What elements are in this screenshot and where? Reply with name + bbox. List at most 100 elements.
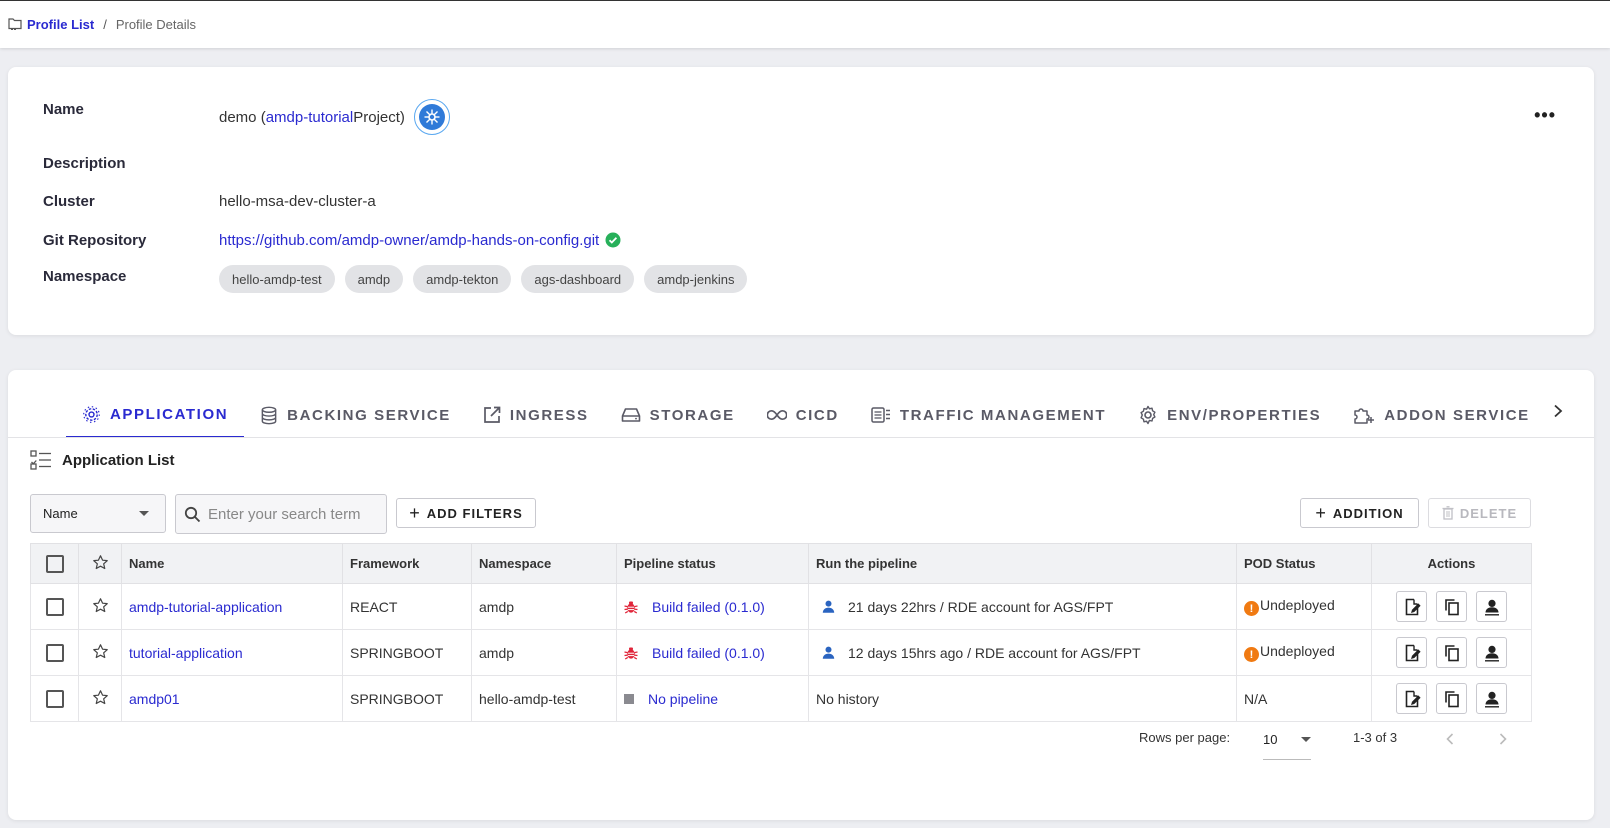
edit-button[interactable] [1396, 683, 1427, 714]
copy-button[interactable] [1436, 683, 1467, 714]
row-actions [1379, 683, 1524, 714]
pod-status-text: N/A [1244, 690, 1268, 707]
tab-cicd[interactable]: CICD [751, 392, 855, 438]
project-link[interactable]: amdp-tutorial [266, 109, 354, 126]
table-row[interactable]: amdp01 SPRINGBOOT hello-amdp-test No pipeli… [30, 675, 1532, 722]
checklist-icon [30, 450, 62, 470]
edit-button[interactable] [1396, 637, 1427, 668]
git-repository-link[interactable]: https://github.com/amdp-owner/amdp-hands… [219, 232, 599, 249]
rows-per-page-label: Rows per page: [1139, 730, 1231, 745]
star-icon[interactable] [92, 689, 109, 709]
copy-icon [1443, 690, 1461, 708]
settings-icon [1138, 405, 1167, 425]
column-header-pod-status[interactable]: POD Status [1236, 543, 1372, 584]
row-checkbox[interactable] [45, 597, 64, 616]
tab-divider [8, 437, 1594, 438]
edit-icon [1403, 598, 1421, 616]
row-actions [1379, 591, 1524, 622]
add-filters-button[interactable]: + ADD FILTERS [396, 498, 536, 528]
application-list-title: Application List [62, 451, 175, 469]
name-prefix: demo ( [219, 108, 266, 126]
column-header-actions: Actions [1371, 543, 1532, 584]
column-header-pipeline-status[interactable]: Pipeline status [616, 543, 809, 584]
user-button[interactable] [1476, 683, 1507, 714]
tab-addon-service[interactable]: ADDON SERVICE [1337, 392, 1546, 438]
filter-field-select[interactable]: Name [30, 494, 166, 533]
name-label: Name [43, 101, 84, 118]
pipeline-status-link[interactable]: No pipeline [648, 691, 718, 707]
column-header-name[interactable]: Name [121, 543, 343, 584]
table-row[interactable]: tutorial-application SPRINGBOOT amdp Build … [30, 629, 1532, 676]
addition-button[interactable]: + ADDITION [1300, 498, 1419, 528]
check-circle-icon [605, 232, 621, 248]
tab-env-properties[interactable]: ENV/PROPERTIES [1122, 392, 1337, 438]
tab-ingress[interactable]: INGRESS [467, 392, 605, 438]
namespace-chip: amdp [344, 265, 404, 293]
pipeline-status-link[interactable]: Build failed (0.1.0) [652, 599, 765, 615]
run-pipeline-info: 21 days 22hrs / RDE account for AGS/FPT [816, 599, 1229, 615]
edit-icon [1403, 690, 1421, 708]
row-run-pipeline-cell: No history [808, 675, 1237, 722]
cluster-label: Cluster [43, 192, 95, 210]
column-header-framework[interactable]: Framework [342, 543, 472, 584]
edit-button[interactable] [1396, 591, 1427, 622]
table-row[interactable]: amdp-tutorial-application REACT amdp Build … [30, 583, 1532, 630]
pipeline-status-link[interactable]: Build failed (0.1.0) [652, 645, 765, 661]
infinity-icon [766, 409, 796, 421]
delete-label: DELETE [1459, 505, 1518, 521]
row-actions-cell [1371, 583, 1532, 630]
tab-traffic-management[interactable]: TRAFFIC MANAGEMENT [855, 392, 1122, 438]
column-header-run-pipeline[interactable]: Run the pipeline [808, 543, 1237, 584]
chevron-right-icon[interactable] [1552, 404, 1564, 421]
breadcrumb-profile-list-link[interactable]: Profile List [27, 17, 94, 32]
row-checkbox[interactable] [45, 643, 64, 662]
application-name-link[interactable]: tutorial-application [129, 645, 243, 661]
star-icon[interactable] [92, 554, 109, 574]
rows-per-page-select[interactable]: 10 [1263, 728, 1311, 760]
bug-icon [624, 646, 645, 660]
pagination-range: 1-3 of 3 [1353, 730, 1398, 745]
column-header-namespace[interactable]: Namespace [471, 543, 617, 584]
previous-page-icon[interactable] [1445, 732, 1455, 748]
user-button[interactable] [1476, 637, 1507, 668]
next-page-icon[interactable] [1498, 732, 1508, 748]
bug-icon [624, 600, 645, 614]
tab-storage[interactable]: STORAGE [605, 392, 751, 438]
warning-icon: ! [1244, 647, 1259, 663]
traffic-icon [871, 406, 900, 424]
user-button[interactable] [1476, 591, 1507, 622]
application-name-link[interactable]: amdp01 [129, 691, 180, 707]
plus-icon: + [1315, 502, 1327, 523]
row-select-cell [30, 583, 79, 630]
square-icon [624, 693, 641, 704]
tab-application[interactable]: APPLICATION [66, 392, 245, 438]
row-name-cell: amdp01 [121, 675, 343, 722]
profile-description-row: Description [43, 153, 219, 173]
more-options-button[interactable]: ••• [1534, 105, 1556, 126]
row-run-pipeline-cell: 12 days 15hrs ago / RDE account for AGS/… [808, 629, 1237, 676]
tab-label: ADDON SERVICE [1384, 406, 1530, 424]
copy-button[interactable] [1436, 591, 1467, 622]
row-framework-cell: SPRINGBOOT [342, 675, 472, 722]
star-icon[interactable] [92, 597, 109, 617]
copy-button[interactable] [1436, 637, 1467, 668]
star-icon[interactable] [92, 643, 109, 663]
tab-backing-service[interactable]: BACKING SERVICE [244, 392, 467, 438]
row-framework-cell: REACT [342, 583, 472, 630]
row-checkbox[interactable] [45, 689, 64, 708]
application-name-link[interactable]: amdp-tutorial-application [129, 599, 282, 615]
row-actions-cell [1371, 629, 1532, 676]
delete-button[interactable]: DELETE [1428, 498, 1531, 528]
folder-icon [8, 17, 22, 33]
add-filters-label: ADD FILTERS [426, 505, 523, 521]
row-actions [1379, 637, 1524, 668]
row-pod-status-cell: ! Undeployed [1236, 629, 1372, 676]
user-icon [1483, 690, 1501, 708]
row-run-pipeline-cell: 21 days 22hrs / RDE account for AGS/FPT [808, 583, 1237, 630]
search-input[interactable] [208, 505, 383, 523]
description-label: Description [43, 154, 126, 172]
tab-label: CICD [795, 406, 839, 424]
select-all-checkbox[interactable] [45, 554, 64, 573]
run-pipeline-text: No history [816, 690, 880, 707]
database-icon [260, 406, 287, 425]
